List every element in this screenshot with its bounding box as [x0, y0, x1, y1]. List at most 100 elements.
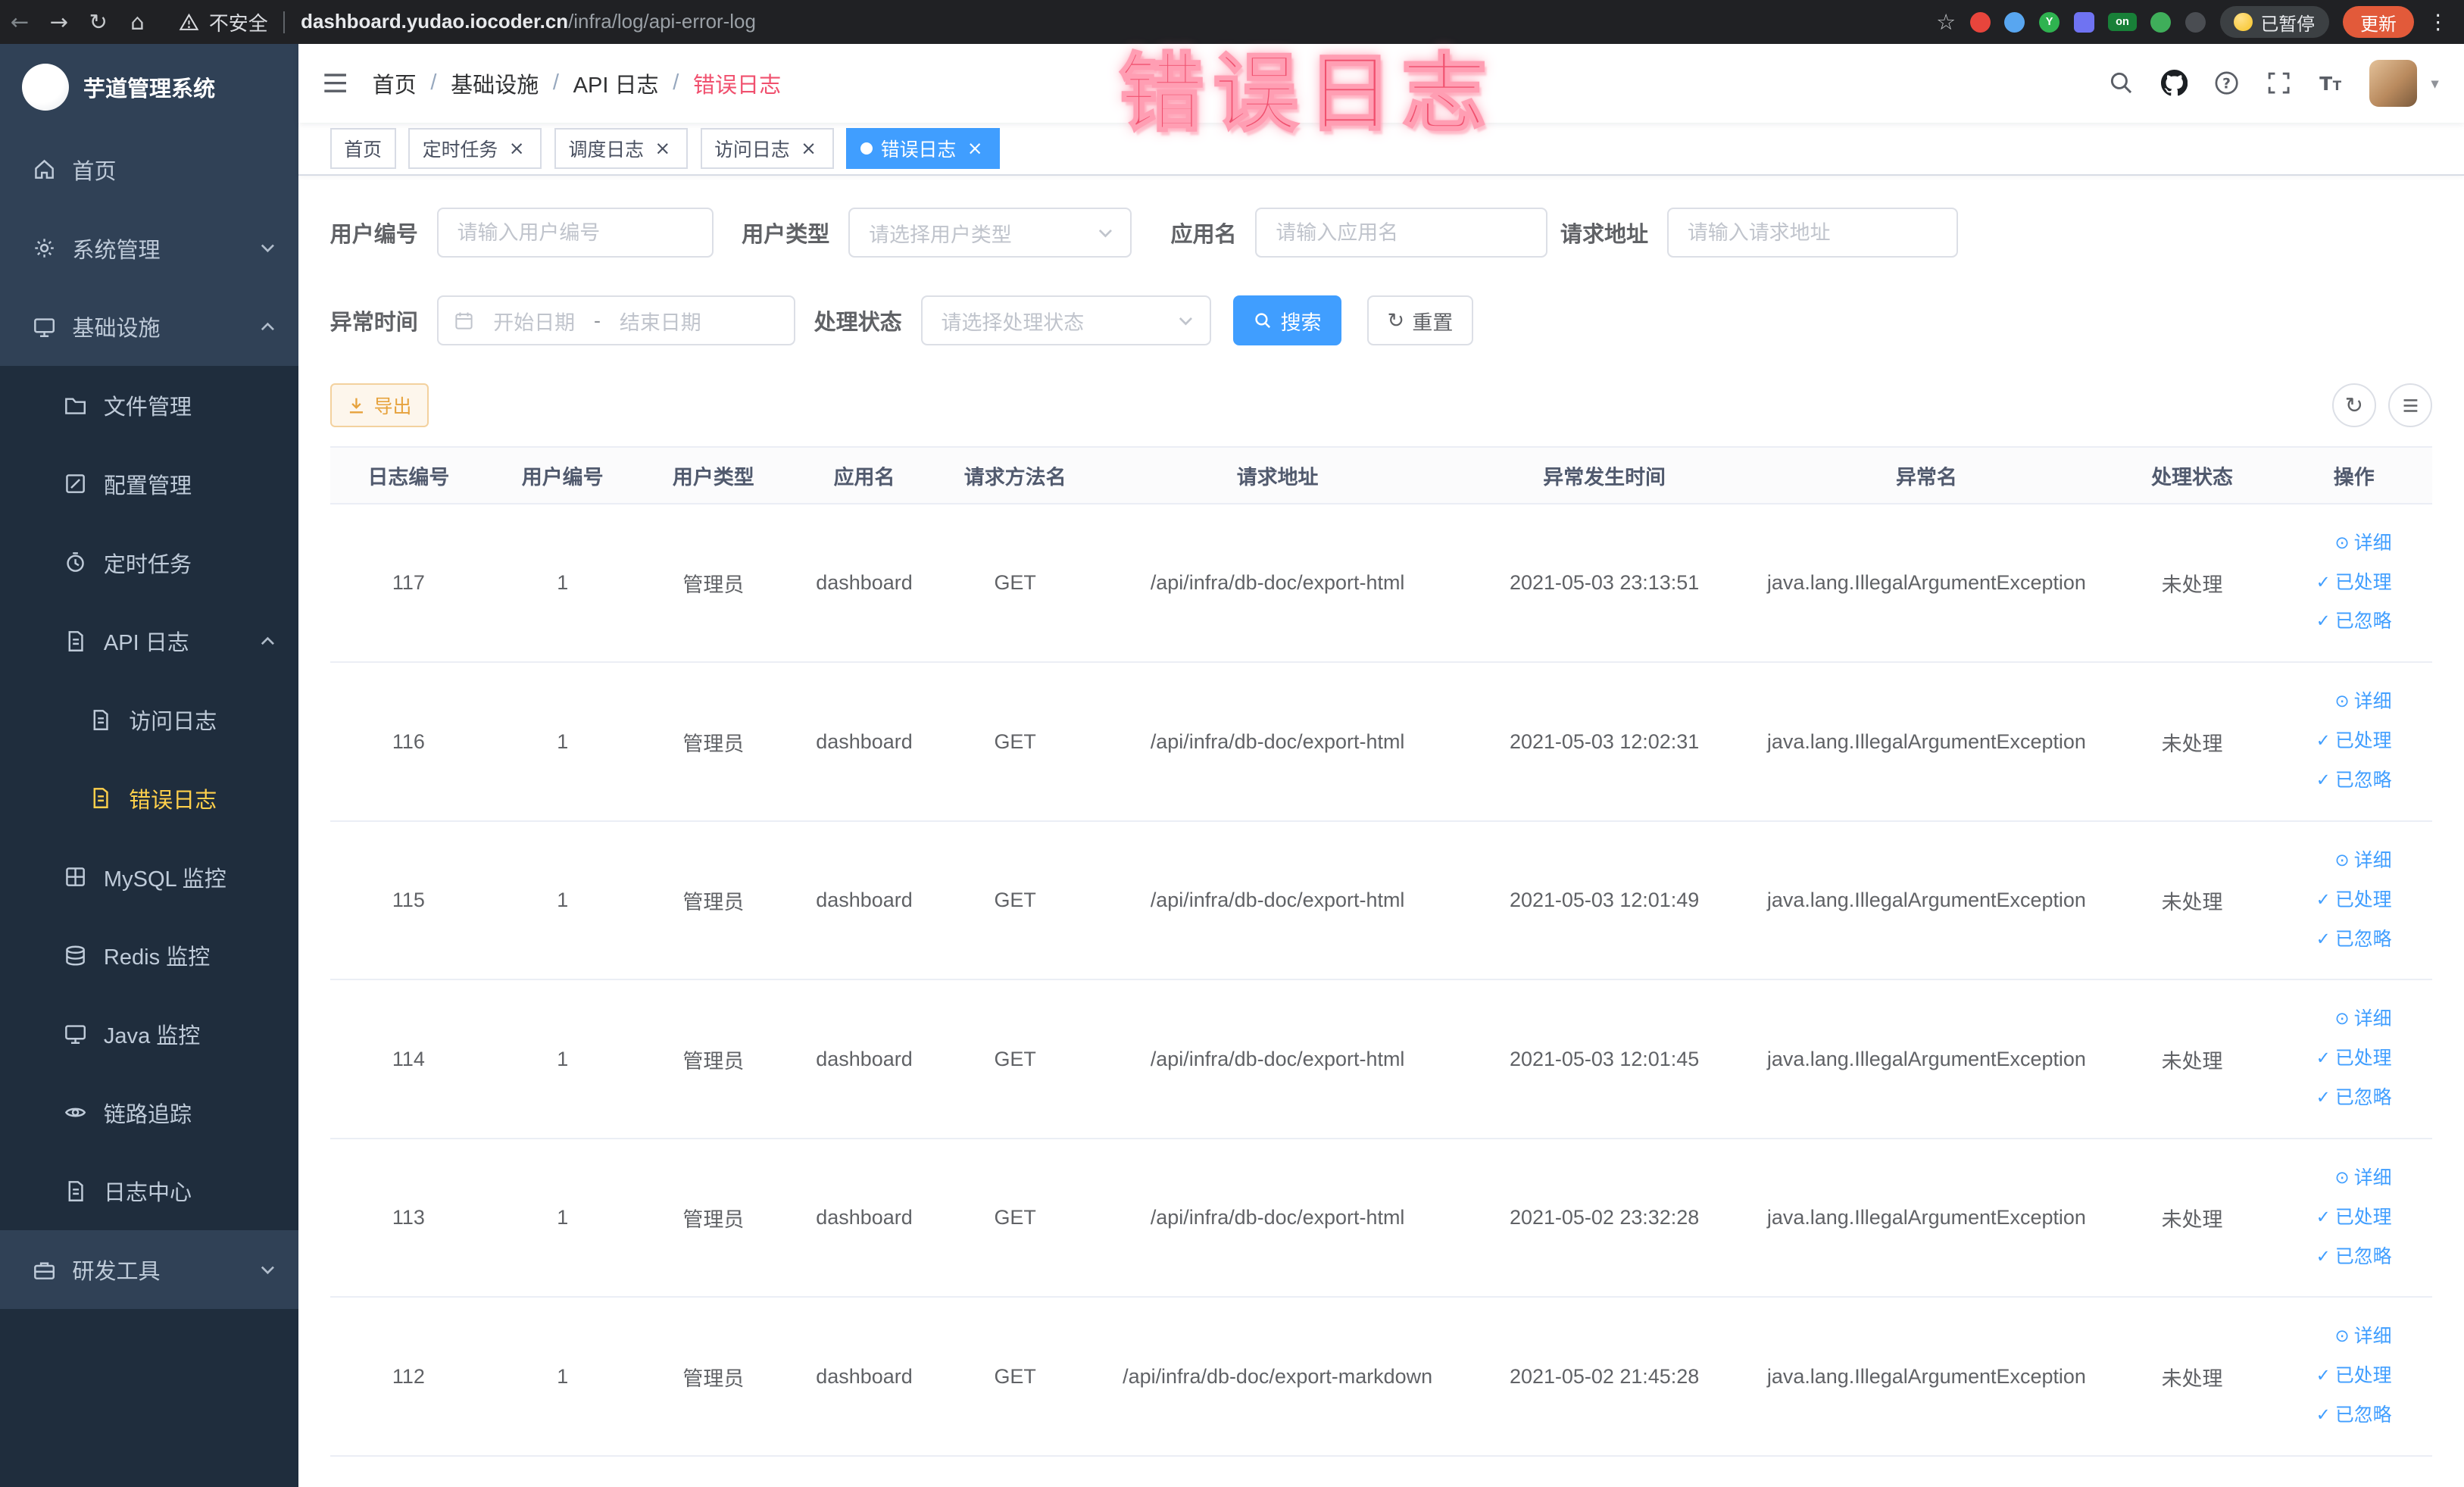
avatar-caret-icon[interactable]: ▾	[2431, 74, 2438, 92]
column-settings-button[interactable]	[2388, 383, 2433, 428]
app-name-input[interactable]	[1255, 207, 1548, 258]
action-processed-link[interactable]: ✓ 已处理	[2281, 1039, 2392, 1079]
tab-job[interactable]: 定时任务 ×	[408, 128, 542, 170]
action-ignored-link[interactable]: ✓ 已忽略	[2281, 602, 2392, 642]
extension-icon-red[interactable]	[1969, 11, 1991, 33]
cell-log-id: 117	[329, 503, 488, 664]
date-start-placeholder: 开始日期	[493, 311, 576, 334]
cell-exception: java.lang.IllegalArgumentException	[1744, 1297, 2110, 1457]
tab-error-log[interactable]: 错误日志 ×	[846, 128, 1001, 170]
user-type-select[interactable]: 请选择用户类型	[848, 207, 1132, 258]
action-detail-link[interactable]: ⊙ 详细	[2281, 842, 2391, 881]
font-size-icon[interactable]: TT	[2318, 70, 2343, 95]
breadcrumb-item-1[interactable]: 基础设施	[451, 67, 539, 99]
bookmark-star-icon[interactable]: ☆	[1936, 9, 1956, 35]
hamburger-icon[interactable]	[298, 70, 372, 96]
browser-reload-icon[interactable]: ↻	[79, 9, 118, 35]
action-ignored-link[interactable]: ✓ 已忽略	[2281, 1238, 2392, 1277]
github-icon[interactable]	[2160, 70, 2188, 96]
export-button[interactable]: 导出	[329, 383, 429, 428]
sidebar-item-system[interactable]: 系统管理	[0, 208, 299, 288]
process-status-select[interactable]: 请选择处理状态	[920, 295, 1212, 346]
extension-icon-indigo[interactable]	[2073, 11, 2094, 33]
action-ignored-link[interactable]: ✓ 已忽略	[2281, 761, 2392, 801]
sidebar-item-error-log[interactable]: 错误日志	[0, 758, 299, 838]
browser-menu-icon[interactable]: ⋮	[2428, 11, 2448, 34]
user-id-input[interactable]	[436, 207, 714, 258]
sidebar-item-tracer[interactable]: 链路追踪	[0, 1073, 299, 1152]
close-tab-icon[interactable]: ×	[798, 138, 820, 160]
sidebar-item-home[interactable]: 首页	[0, 130, 299, 209]
cell-status: 未处理	[2109, 1297, 2275, 1457]
sidebar-item-infra[interactable]: 基础设施	[0, 287, 299, 367]
close-tab-icon[interactable]: ×	[964, 138, 986, 160]
extension-icon-on-badge[interactable]: on	[2108, 12, 2137, 32]
action-processed-link[interactable]: ✓ 已处理	[2281, 722, 2392, 761]
request-url-input[interactable]	[1666, 207, 1958, 258]
sidebar-item-label: 研发工具	[72, 1260, 161, 1285]
chevron-down-icon	[259, 239, 276, 257]
action-label: 详细	[2353, 691, 2392, 713]
breadcrumb-item-2[interactable]: API 日志	[573, 67, 659, 99]
action-detail-link[interactable]: ⊙ 详细	[2281, 1159, 2391, 1198]
svg-text:T: T	[2333, 79, 2342, 93]
help-icon[interactable]: ?	[2214, 70, 2239, 95]
close-tab-icon[interactable]: ×	[506, 138, 528, 160]
close-tab-icon[interactable]: ×	[651, 138, 673, 160]
cell-actions: ⊙ 详细 ✓ 已处理 ✓ 已忽略	[2275, 1297, 2433, 1457]
action-detail-link[interactable]: ⊙ 详细	[2281, 1000, 2391, 1039]
sidebar-item-job[interactable]: 定时任务	[0, 523, 299, 602]
cell-actions: ⊙ 详细 ✓ 已处理 ✓ 已忽略	[2275, 1138, 2433, 1298]
sidebar-item-label: API 日志	[103, 631, 189, 656]
tab-home[interactable]: 首页	[329, 128, 396, 170]
sidebar-item-log-center[interactable]: 日志中心	[0, 1151, 299, 1231]
search-button-icon	[1254, 311, 1273, 330]
paused-label: 已暂停	[2260, 14, 2315, 35]
sidebar-item-config[interactable]: 配置管理	[0, 445, 299, 523]
refresh-button[interactable]: ↻	[2331, 383, 2376, 428]
action-processed-link[interactable]: ✓ 已处理	[2281, 1357, 2392, 1396]
search-icon[interactable]	[2109, 70, 2134, 95]
exception-time-range[interactable]: 开始日期 - 结束日期	[436, 295, 795, 346]
action-processed-link[interactable]: ✓ 已处理	[2281, 564, 2392, 603]
reset-button[interactable]: ↻ 重置	[1366, 295, 1474, 346]
action-processed-link[interactable]: ✓ 已处理	[2281, 1198, 2392, 1238]
tab-access-log[interactable]: 访问日志 ×	[700, 128, 834, 170]
action-ignored-link[interactable]: ✓ 已忽略	[2281, 1396, 2392, 1435]
extension-icon-green-y[interactable]: Y	[2039, 11, 2060, 33]
action-detail-link[interactable]: ⊙ 详细	[2281, 524, 2391, 564]
doc-icon	[63, 629, 88, 653]
address-bar[interactable]: 不安全 dashboard.yudao.iocoder.cn/infra/log…	[179, 8, 1923, 36]
extension-icon-blue[interactable]	[2004, 11, 2025, 33]
sidebar-item-java[interactable]: Java 监控	[0, 995, 299, 1073]
sidebar-item-dev-tools[interactable]: 研发工具	[0, 1230, 299, 1309]
action-detail-link[interactable]: ⊙ 详细	[2281, 1317, 2391, 1357]
sidebar-item-api-log[interactable]: API 日志	[0, 601, 299, 681]
sidebar-item-mysql[interactable]: MySQL 监控	[0, 837, 299, 917]
sidebar-item-access-log[interactable]: 访问日志	[0, 680, 299, 759]
breadcrumb-item-0[interactable]: 首页	[373, 67, 417, 99]
paused-extension-badge[interactable]: 已暂停	[2219, 6, 2329, 38]
app-logo[interactable]: 芋道管理系统	[0, 44, 299, 131]
browser-forward-icon[interactable]: →	[39, 9, 79, 35]
browser-back-icon[interactable]: ←	[0, 9, 39, 35]
action-ignored-link[interactable]: ✓ 已忽略	[2281, 920, 2392, 960]
cell-url: /api/infra/db-doc/export-markdown	[1090, 1297, 1465, 1457]
sidebar-item-file[interactable]: 文件管理	[0, 366, 299, 445]
tab-job-log[interactable]: 调度日志 ×	[554, 128, 688, 170]
browser-home-icon[interactable]: ⌂	[118, 9, 158, 35]
sidebar-item-redis[interactable]: Redis 监控	[0, 916, 299, 995]
browser-update-button[interactable]: 更新	[2343, 6, 2414, 38]
exception-time-label: 异常时间	[329, 311, 418, 336]
user-avatar[interactable]	[2369, 59, 2417, 108]
action-ignored-link[interactable]: ✓ 已忽略	[2281, 1079, 2392, 1118]
search-button[interactable]: 搜索	[1233, 295, 1342, 346]
fullscreen-icon[interactable]	[2266, 70, 2291, 95]
action-processed-link[interactable]: ✓ 已处理	[2281, 881, 2392, 920]
user-type-label: 用户类型	[742, 223, 830, 247]
extension-icon-leaf[interactable]	[2150, 11, 2172, 33]
sidebar-item-label: 定时任务	[103, 552, 192, 577]
filter-app-name: 应用名	[1170, 207, 1548, 258]
extension-icon-paw[interactable]	[2184, 11, 2206, 33]
action-detail-link[interactable]: ⊙ 详细	[2281, 683, 2391, 722]
